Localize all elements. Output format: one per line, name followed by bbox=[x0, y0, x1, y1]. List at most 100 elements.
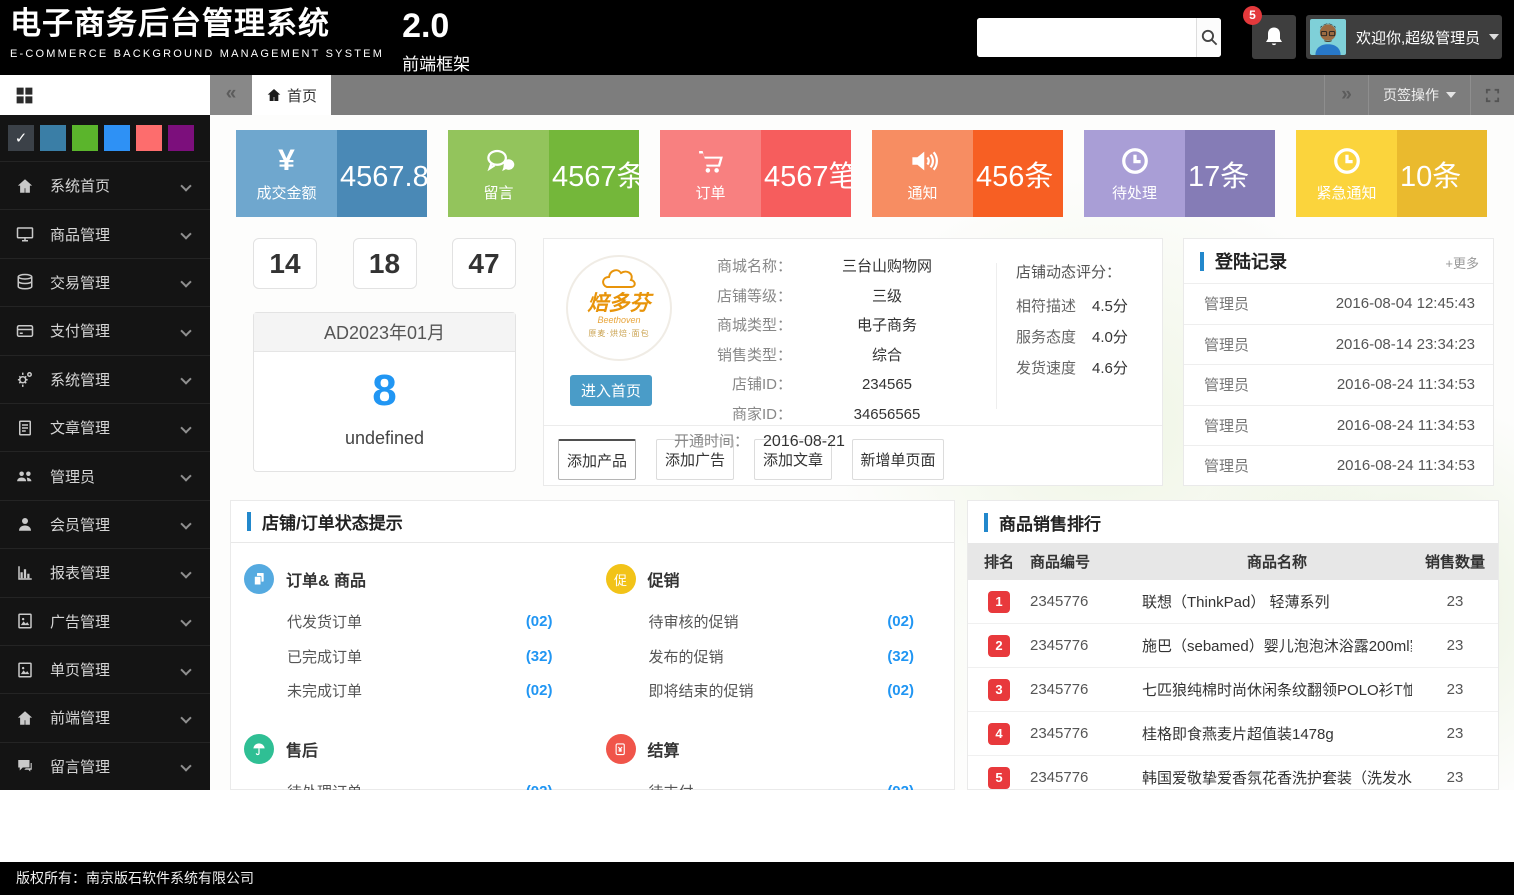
sidebar: ✓ 系统首页 商品管理 交易管理 支付管理 系统管理 文章管理 管理员 bbox=[0, 115, 210, 790]
sidebar-item-members[interactable]: 会员管理 bbox=[0, 500, 210, 548]
fullscreen-button[interactable] bbox=[1470, 75, 1514, 115]
notifications-button[interactable]: 5 bbox=[1252, 15, 1296, 59]
sidebar-item-ads[interactable]: 广告管理 bbox=[0, 597, 210, 645]
theme-swatch-green[interactable] bbox=[72, 125, 98, 151]
search-button[interactable] bbox=[1196, 18, 1221, 57]
sidebar-item-products[interactable]: 商品管理 bbox=[0, 209, 210, 257]
yen-icon: ¥ bbox=[278, 145, 295, 177]
sidebar-item-system[interactable]: 系统管理 bbox=[0, 355, 210, 403]
table-row[interactable]: 1 2345776 联想（ThinkPad） 轻薄系列 23 bbox=[968, 580, 1498, 624]
theme-swatch-blue[interactable] bbox=[104, 125, 130, 151]
shop-rating: 店铺动态评分： 相符描述4.5分 服务态度4.0分 发货速度4.6分 bbox=[1016, 261, 1156, 388]
stat-card-label: 订单 bbox=[695, 182, 725, 203]
field-value: 234565 bbox=[792, 370, 982, 400]
table-row[interactable]: 3 2345776 七匹狼纯棉时尚休闲条纹翻领POLO衫T恤 23 bbox=[968, 668, 1498, 712]
status-group-aftersale: 售后 bbox=[244, 734, 593, 764]
chat-icon bbox=[483, 145, 515, 177]
status-item[interactable]: 未完成订单(02) bbox=[231, 674, 593, 709]
table-row[interactable]: 4 2345776 桂格即食燕麦片超值装1478g 23 bbox=[968, 712, 1498, 756]
status-group-promo: 促 促销 bbox=[606, 564, 955, 594]
sidebar-item-label: 文章管理 bbox=[50, 417, 182, 438]
calendar-day: 8 bbox=[254, 366, 515, 416]
open-time-value: 2016-08-21 bbox=[763, 433, 845, 450]
theme-swatch-red[interactable] bbox=[136, 125, 162, 151]
stat-card-value: 4567.89元 bbox=[337, 130, 427, 217]
image-file-icon bbox=[16, 612, 36, 630]
stat-card-value: 4567笔 bbox=[761, 130, 851, 217]
add-page-button[interactable]: 新增单页面 bbox=[852, 439, 944, 480]
status-item[interactable]: 已完成订单(32) bbox=[231, 639, 593, 674]
file-text-icon bbox=[16, 419, 36, 437]
sidebar-item-label: 系统管理 bbox=[50, 369, 182, 390]
login-user: 管理员 bbox=[1204, 334, 1249, 355]
status-group-title: 订单& 商品 bbox=[286, 567, 366, 591]
search-input[interactable] bbox=[977, 18, 1196, 57]
status-item[interactable]: 待支付(02) bbox=[593, 774, 955, 790]
stat-card-urgent[interactable]: 紧急通知 10条 bbox=[1296, 130, 1487, 217]
stat-card-messages[interactable]: 留言 4567条 bbox=[448, 130, 639, 217]
add-product-button[interactable]: 添加产品 bbox=[558, 439, 636, 480]
more-link[interactable]: +更多 bbox=[1445, 253, 1479, 272]
chevron-down-icon bbox=[180, 712, 191, 723]
sidebar-item-pages[interactable]: 单页管理 bbox=[0, 645, 210, 693]
stat-card-value: 456条 bbox=[973, 130, 1063, 217]
stat-card-value: 17条 bbox=[1185, 130, 1275, 217]
sidebar-item-admins[interactable]: 管理员 bbox=[0, 451, 210, 499]
tab-operations-dropdown[interactable]: 页签操作 bbox=[1368, 75, 1470, 115]
rank-badge: 5 bbox=[988, 767, 1010, 789]
sidebar-item-payment[interactable]: 支付管理 bbox=[0, 306, 210, 354]
status-item[interactable]: 待处理订单(02) bbox=[231, 774, 593, 790]
stat-card-turnover[interactable]: ¥ 成交金额 4567.89元 bbox=[236, 130, 427, 217]
theme-swatch-purple[interactable] bbox=[168, 125, 194, 151]
status-item[interactable]: 即将结束的促销(02) bbox=[593, 674, 955, 709]
user-menu[interactable]: 欢迎你,超级管理员 bbox=[1306, 15, 1502, 59]
sidebar-item-system-home[interactable]: 系统首页 bbox=[0, 161, 210, 209]
stat-card-pending[interactable]: 待处理 17条 bbox=[1084, 130, 1275, 217]
product-sku: 2345776 bbox=[1030, 681, 1142, 698]
status-item[interactable]: 代发货订单(02) bbox=[231, 604, 593, 639]
sidebar-item-reports[interactable]: 报表管理 bbox=[0, 548, 210, 596]
product-name: 施巴（sebamed）婴儿泡泡沐浴露200ml家庭... bbox=[1142, 635, 1412, 656]
fullscreen-icon bbox=[1484, 87, 1501, 104]
check-icon: ✓ bbox=[15, 129, 28, 147]
app-version-sub: 前端框架 bbox=[402, 50, 470, 75]
monitor-icon bbox=[16, 225, 36, 243]
sidebar-item-trade[interactable]: 交易管理 bbox=[0, 258, 210, 306]
stat-card-notices[interactable]: 通知 456条 bbox=[872, 130, 1063, 217]
chevron-down-icon bbox=[180, 180, 191, 191]
theme-swatch-steel[interactable] bbox=[40, 125, 66, 151]
table-row[interactable]: 5 2345776 韩国爱敬挚爱香氛花香洗护套装（洗发水... 23 bbox=[968, 756, 1498, 790]
users-icon bbox=[16, 467, 36, 485]
field-value: 三级 bbox=[792, 282, 982, 312]
clock-minute: 18 bbox=[353, 238, 417, 289]
sidebar-item-messages[interactable]: 留言管理 bbox=[0, 742, 210, 790]
status-item[interactable]: 发布的促销(32) bbox=[593, 639, 955, 674]
theme-swatch-dark[interactable]: ✓ bbox=[8, 125, 34, 151]
login-user: 管理员 bbox=[1204, 415, 1249, 436]
login-user: 管理员 bbox=[1204, 455, 1249, 476]
sidebar-toggle[interactable] bbox=[0, 75, 210, 115]
shop-info-panel: 焙多芬 Beethoven 原麦·烘焙·面包 进入首页 商城名称：三台山购物网 … bbox=[543, 238, 1163, 486]
status-item[interactable]: 待审核的促销(02) bbox=[593, 604, 955, 639]
enter-home-button[interactable]: 进入首页 bbox=[570, 375, 652, 406]
field-label: 商城名称： bbox=[674, 252, 792, 282]
field-label: 店铺ID： bbox=[674, 370, 792, 400]
table-row[interactable]: 2 2345776 施巴（sebamed）婴儿泡泡沐浴露200ml家庭... 2… bbox=[968, 624, 1498, 668]
avatar bbox=[1310, 19, 1346, 55]
stat-card-orders[interactable]: 订单 4567笔 bbox=[660, 130, 851, 217]
rating-value: 4.5分 bbox=[1092, 298, 1128, 315]
sidebar-item-label: 会员管理 bbox=[50, 514, 182, 535]
credit-card-icon bbox=[16, 322, 36, 340]
tabs-scroll-right-button[interactable]: » bbox=[1324, 75, 1368, 115]
sidebar-item-articles[interactable]: 文章管理 bbox=[0, 403, 210, 451]
tabs-scroll-left-button[interactable]: « bbox=[210, 75, 252, 115]
chef-hat-icon bbox=[568, 267, 670, 293]
sidebar-item-frontend[interactable]: 前端管理 bbox=[0, 693, 210, 741]
chevron-down-icon bbox=[180, 470, 191, 481]
chevron-down-icon bbox=[180, 567, 191, 578]
home-icon bbox=[266, 87, 282, 103]
app-subtitle: E-COMMERCE BACKGROUND MANAGEMENT SYSTEM bbox=[10, 48, 384, 60]
tab-home[interactable]: 首页 bbox=[252, 75, 331, 115]
rating-value: 4.6分 bbox=[1092, 360, 1128, 377]
clock-icon bbox=[1120, 145, 1150, 177]
